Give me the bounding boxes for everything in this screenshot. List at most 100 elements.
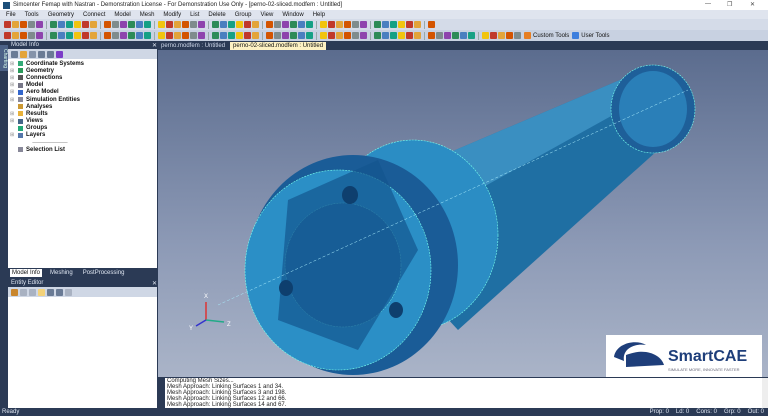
messages-scrollbar[interactable] (762, 378, 768, 408)
toolbar-button-icon[interactable] (398, 21, 405, 28)
toolbar-button-icon[interactable] (28, 21, 35, 28)
menu-delete[interactable]: Delete (208, 12, 225, 18)
toolbar-button-icon[interactable] (104, 32, 111, 39)
toolbar-button-icon[interactable] (414, 21, 421, 28)
minimize-button[interactable]: — (705, 1, 711, 7)
menu-tools[interactable]: Tools (25, 12, 39, 18)
toolbar-button-icon[interactable] (274, 21, 281, 28)
toolbar-button-icon[interactable] (336, 32, 343, 39)
toolbar-button-icon[interactable] (244, 21, 251, 28)
expand-icon[interactable]: ⊞ (10, 111, 15, 117)
lock-icon[interactable] (11, 288, 18, 296)
toolbar-button-icon[interactable] (252, 21, 259, 28)
toolbar-button-icon[interactable] (320, 21, 327, 28)
grid-icon[interactable] (56, 288, 63, 296)
expand-icon[interactable] (11, 50, 18, 58)
toolbar-button-icon[interactable] (20, 32, 27, 39)
toolbar-button-icon[interactable] (252, 32, 259, 39)
toolbar-button-icon[interactable] (66, 21, 73, 28)
toolbar-button-icon[interactable] (4, 21, 11, 28)
toolbar-button-icon[interactable] (306, 21, 313, 28)
toolbar-button-icon[interactable] (136, 32, 143, 39)
tree-item[interactable]: ⊞ Geometry (8, 67, 157, 74)
toolbar-button-icon[interactable] (428, 21, 435, 28)
toolbar-button-icon[interactable] (498, 32, 505, 39)
menu-help[interactable]: Help (313, 12, 325, 18)
toolbar-button-icon[interactable] (382, 21, 389, 28)
toolbar-button-icon[interactable] (82, 21, 89, 28)
menu-view[interactable]: View (260, 12, 273, 18)
toolbar-button-icon[interactable] (28, 32, 35, 39)
tab-perno[interactable]: perno.modfem : Untitled (158, 42, 228, 50)
copy-icon[interactable] (29, 50, 36, 58)
toolbar-button-icon[interactable] (36, 21, 43, 28)
toolbar-button-icon[interactable] (74, 21, 81, 28)
toolbar-button-icon[interactable] (136, 21, 143, 28)
toolbar-button-icon[interactable] (4, 32, 11, 39)
toolbar-button-icon[interactable] (174, 32, 181, 39)
panel-close-icon[interactable]: ✕ (152, 280, 157, 287)
toolbar-button-icon[interactable] (220, 32, 227, 39)
toolbar-button-icon[interactable] (360, 32, 367, 39)
toolbar-button-icon[interactable] (360, 21, 367, 28)
toolbar-button-icon[interactable] (128, 32, 135, 39)
menu-list[interactable]: List (190, 12, 199, 18)
toolbar-button-icon[interactable] (374, 21, 381, 28)
toolbar-button-icon[interactable] (12, 21, 19, 28)
toolbar-button-icon[interactable] (374, 32, 381, 39)
toolbar-button-icon[interactable] (112, 32, 119, 39)
charting-tab[interactable]: Charting (0, 45, 8, 71)
tree-item[interactable]: ⊞ Layers (8, 132, 157, 139)
tab-perno-sliced[interactable]: perno-02-sliced.modfem : Untitled (230, 42, 327, 50)
toolbar-button-icon[interactable] (390, 21, 397, 28)
menu-mesh[interactable]: Mesh (140, 12, 155, 18)
toolbar-button-icon[interactable] (182, 32, 189, 39)
toolbar-button-icon[interactable] (182, 21, 189, 28)
tree-item[interactable]: Groups (8, 125, 157, 132)
sort-icon[interactable] (47, 288, 54, 296)
tree-item[interactable]: ⊞ Model (8, 82, 157, 89)
toolbar-button-icon[interactable] (298, 21, 305, 28)
toolbar-button-icon[interactable] (144, 32, 151, 39)
menu-modify[interactable]: Modify (163, 12, 181, 18)
tree-item[interactable]: ⊞ Coordinate Systems (8, 60, 157, 67)
tab-model-info[interactable]: Model Info (10, 269, 43, 277)
toolbar-button-icon[interactable] (166, 21, 173, 28)
expand-icon[interactable]: ⊞ (10, 68, 15, 74)
toolbar-button-icon[interactable] (228, 32, 235, 39)
menu-geometry[interactable]: Geometry (48, 12, 74, 18)
toolbar-button-icon[interactable] (90, 21, 97, 28)
tree-item[interactable]: Analyses (8, 103, 157, 110)
toolbar-button-icon[interactable] (112, 21, 119, 28)
toolbar-button-icon[interactable] (198, 32, 205, 39)
refresh-icon[interactable] (29, 288, 36, 296)
toolbar-button-icon[interactable] (212, 21, 219, 28)
toolbar-button-icon[interactable] (306, 32, 313, 39)
toolbar-button-icon[interactable] (120, 21, 127, 28)
toolbar-button-icon[interactable] (74, 32, 81, 39)
messages-pane[interactable]: Computing Mesh Sizes... Mesh Approach: L… (158, 378, 768, 408)
toolbar-button-icon[interactable] (406, 32, 413, 39)
toolbar-button-icon[interactable] (198, 21, 205, 28)
menu-group[interactable]: Group (235, 12, 252, 18)
toolbar-button-icon[interactable] (274, 32, 281, 39)
filter-icon[interactable] (47, 50, 54, 58)
expand-icon[interactable]: ⊞ (10, 89, 15, 95)
expand-icon[interactable]: ⊞ (10, 132, 15, 138)
toolbar-button-icon[interactable] (166, 32, 173, 39)
toolbar-button-icon[interactable] (452, 32, 459, 39)
toolbar-button-icon[interactable] (228, 21, 235, 28)
expand-icon[interactable]: ⊞ (10, 82, 15, 88)
export-icon[interactable] (65, 288, 72, 296)
toolbar-button-icon[interactable] (58, 21, 65, 28)
toolbar-button-icon[interactable] (390, 32, 397, 39)
tab-postprocessing[interactable]: PostProcessing (81, 269, 127, 277)
toolbar-button-icon[interactable] (468, 32, 475, 39)
toolbar-button-icon[interactable] (406, 21, 413, 28)
sort-icon[interactable] (38, 50, 45, 58)
toolbar-button-icon[interactable] (460, 32, 467, 39)
close-button[interactable]: ✕ (750, 1, 755, 8)
toolbar-button-icon[interactable] (158, 32, 165, 39)
tree-item[interactable]: ⊞ Views (8, 118, 157, 125)
toolbar-button-icon[interactable] (190, 32, 197, 39)
